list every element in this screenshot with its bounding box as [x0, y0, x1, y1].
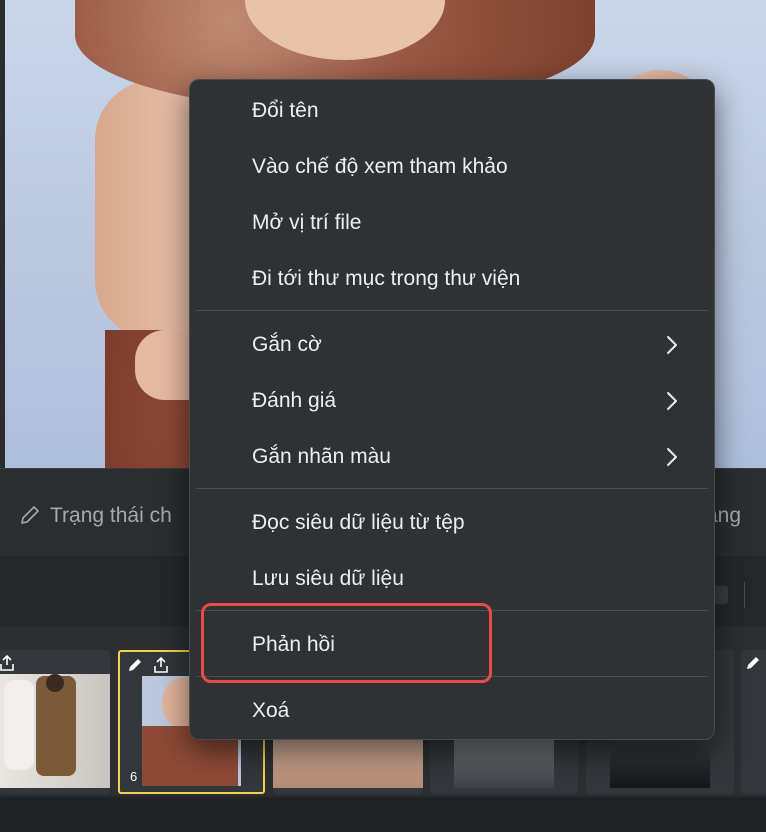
- chevron-right-icon: [667, 448, 677, 466]
- menu-item-label: Đổi tên: [252, 99, 319, 122]
- menu-item-save-metadata[interactable]: Lưu siêu dữ liệu: [190, 553, 714, 605]
- thumbnail[interactable]: [741, 650, 766, 794]
- menu-item-label: Mở vị trí file: [252, 211, 362, 234]
- menu-item-label: Đánh giá: [252, 389, 337, 412]
- toolbar-divider: [744, 582, 745, 608]
- chevron-right-icon: [667, 336, 677, 354]
- share-icon[interactable]: [152, 656, 170, 674]
- menu-separator: [196, 488, 708, 489]
- menu-separator: [196, 310, 708, 311]
- pencil-icon[interactable]: [18, 503, 42, 527]
- menu-item-label: Gắn nhãn màu: [252, 445, 391, 468]
- menu-item-label: Đọc siêu dữ liệu từ tệp: [252, 511, 465, 534]
- menu-item-rename[interactable]: Đổi tên: [190, 85, 714, 137]
- menu-item-label: Xoá: [252, 699, 290, 722]
- menu-item-rating[interactable]: Đánh giá: [190, 375, 714, 427]
- menu-item-flag[interactable]: Gắn cờ: [190, 319, 714, 371]
- feedback-highlight-box: [201, 603, 492, 683]
- share-icon[interactable]: [0, 654, 16, 672]
- menu-item-label: Gắn cờ: [252, 333, 322, 356]
- chevron-right-icon: [667, 392, 677, 410]
- menu-item-label: Lưu siêu dữ liệu: [252, 567, 404, 590]
- edit-icon[interactable]: [744, 654, 762, 672]
- thumbnail[interactable]: [0, 650, 110, 794]
- menu-item-open-file-location[interactable]: Mở vị trí file: [190, 197, 714, 249]
- menu-item-reference-view[interactable]: Vào chế độ xem tham khảo: [190, 141, 714, 193]
- bottom-bar: [0, 798, 766, 832]
- menu-item-color-label[interactable]: Gắn nhãn màu: [190, 431, 714, 483]
- status-label: Trạng thái ch: [50, 504, 172, 527]
- thumbnail-number: 6: [130, 769, 138, 784]
- menu-item-read-metadata[interactable]: Đọc siêu dữ liệu từ tệp: [190, 497, 714, 549]
- menu-item-go-to-library-folder[interactable]: Đi tới thư mục trong thư viện: [190, 253, 714, 305]
- menu-item-delete[interactable]: Xoá: [190, 685, 714, 737]
- edit-icon[interactable]: [126, 656, 144, 674]
- menu-item-label: Đi tới thư mục trong thư viện: [252, 267, 521, 290]
- menu-item-label: Vào chế độ xem tham khảo: [252, 155, 508, 178]
